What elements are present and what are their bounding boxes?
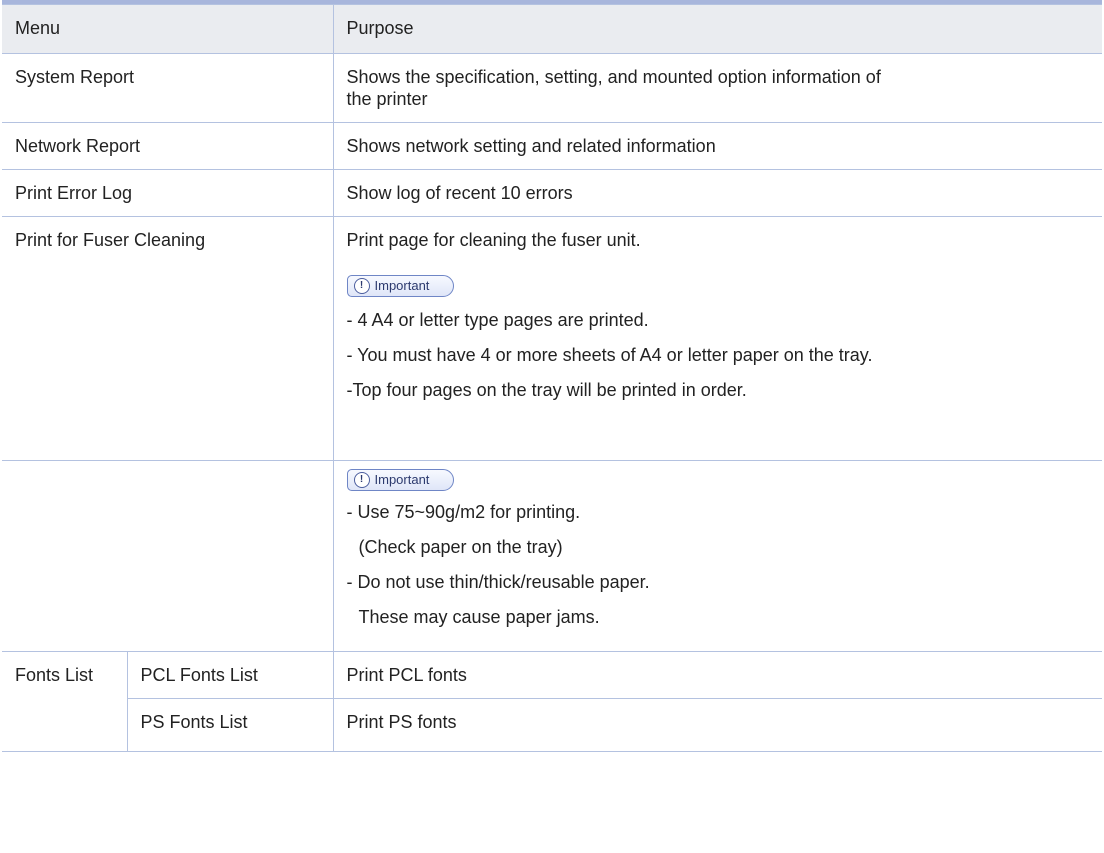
note-line: - Use 75~90g/m2 for printing. — [346, 502, 581, 522]
purpose-cell: Print PCL fonts — [332, 651, 1102, 699]
note-line: These may cause paper jams. — [358, 607, 600, 627]
table-row: System Report Shows the specification, s… — [2, 53, 1102, 123]
purpose-cell: Print PS fonts — [332, 698, 1102, 752]
alert-circle-icon: ! — [353, 472, 370, 488]
menu-cell: System Report — [2, 53, 334, 123]
table-row: PS Fonts List Print PS fonts — [2, 698, 1102, 752]
note-line: (Check paper on the tray) — [358, 537, 563, 557]
purpose-line: the printer — [346, 89, 428, 109]
header-purpose: Purpose — [332, 4, 1102, 54]
important-label: Important — [374, 472, 430, 487]
alert-circle-icon: ! — [353, 278, 370, 294]
table-row: Network Report Shows network setting and… — [2, 122, 1102, 170]
note-line: - 4 A4 or letter type pages are printed. — [346, 310, 649, 330]
menu-cell: PCL Fonts List — [126, 651, 334, 699]
note-line: - You must have 4 or more sheets of A4 o… — [346, 345, 873, 365]
table-row: Print Error Log Show log of recent 10 er… — [2, 169, 1102, 217]
menu-cell — [2, 460, 334, 652]
table-header-row: Menu Purpose — [2, 4, 1102, 54]
menu-cell: Print for Fuser Cleaning — [2, 216, 334, 461]
purpose-cell: Show log of recent 10 errors — [332, 169, 1102, 217]
purpose-line: Shows the specification, setting, and mo… — [346, 67, 881, 87]
important-badge: ! Important — [346, 469, 455, 491]
note-line: - Do not use thin/thick/reusable paper. — [346, 572, 650, 592]
important-badge: ! Important — [346, 275, 455, 297]
note-line: -Top four pages on the tray will be prin… — [346, 380, 747, 400]
table-row: ! Important - Use 75~90g/m2 for printing… — [2, 460, 1102, 652]
purpose-cell: Shows network setting and related inform… — [332, 122, 1102, 170]
important-label: Important — [374, 278, 430, 293]
purpose-cell: Shows the specification, setting, and mo… — [332, 53, 1102, 123]
purpose-cell: Print page for cleaning the fuser unit. … — [332, 216, 1102, 461]
table-row: Fonts List PCL Fonts List Print PCL font… — [2, 651, 1102, 752]
menu-cell: PS Fonts List — [127, 698, 334, 752]
menu-table: Menu Purpose System Report Shows the spe… — [2, 4, 1102, 752]
purpose-line: Print page for cleaning the fuser unit. — [346, 230, 641, 250]
menu-cell: Print Error Log — [2, 169, 334, 217]
header-menu: Menu — [2, 4, 334, 54]
menu-group-cell: Fonts List — [2, 651, 128, 752]
table-row: Print for Fuser Cleaning Print page for … — [2, 216, 1102, 461]
purpose-cell: ! Important - Use 75~90g/m2 for printing… — [332, 460, 1102, 652]
document-page: Menu Purpose System Report Shows the spe… — [0, 0, 1104, 853]
menu-cell: Network Report — [2, 122, 334, 170]
